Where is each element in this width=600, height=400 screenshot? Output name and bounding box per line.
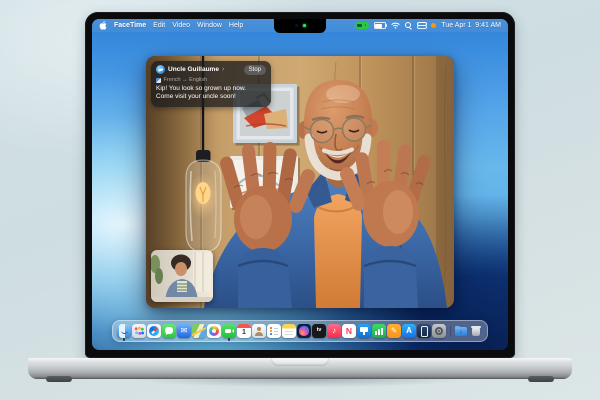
dock-mail[interactable]: ✉ (177, 324, 191, 338)
dock-siri[interactable] (297, 324, 311, 338)
battery-icon[interactable] (374, 22, 386, 29)
menu-bar-menus: FaceTime Edit Video Window Help (114, 22, 243, 29)
macbook-base (28, 358, 572, 379)
stop-captions-button[interactable]: Stop (244, 65, 266, 75)
dock-trash[interactable] (469, 324, 483, 338)
menu-help[interactable]: Help (229, 22, 243, 29)
mail-icon: ✉ (177, 324, 191, 338)
caption-speaker-name: Uncle Guillaume (168, 66, 219, 73)
facetime-window: Uncle Guillaume › Stop French → English … (146, 56, 454, 308)
appstore-icon: A (402, 324, 416, 338)
keynote-icon (357, 324, 371, 338)
control-center-icon[interactable] (417, 22, 426, 28)
chevron-right-icon: › (222, 66, 224, 73)
dock-photos[interactable] (207, 324, 221, 338)
translation-language-row: French → English (156, 77, 266, 83)
dock-messages[interactable] (162, 324, 176, 338)
menu-window[interactable]: Window (197, 22, 222, 29)
dock-tv[interactable]: tv (312, 324, 326, 338)
news-icon: N (342, 324, 356, 338)
dock-launchpad[interactable] (132, 324, 146, 338)
menu-video[interactable]: Video (172, 22, 190, 29)
settings-icon (432, 324, 446, 338)
dock-numbers[interactable] (372, 324, 386, 338)
camera-led-indicator (303, 24, 306, 27)
caption-line-1: Kip! You look so grown up now. (156, 85, 266, 93)
menu-edit[interactable]: Edit (153, 22, 165, 29)
dock-finder[interactable] (117, 324, 131, 338)
apple-logo-icon (99, 21, 107, 30)
camera-icon (295, 24, 298, 27)
mic-active-indicator (431, 23, 436, 28)
dock-pages[interactable]: ✎ (387, 324, 401, 338)
pages-icon: ✎ (387, 324, 401, 338)
trash-icon (469, 324, 483, 338)
self-view-pip[interactable] (151, 250, 213, 302)
dock-safari[interactable] (147, 324, 161, 338)
camera-active-indicator[interactable] (355, 22, 369, 29)
downloads-icon: ↓ (454, 324, 468, 338)
dock-facetime[interactable] (222, 324, 236, 338)
dock-divider (450, 326, 451, 337)
dock-calendar[interactable]: 1 (237, 324, 251, 338)
caption-header[interactable]: Uncle Guillaume › Stop (156, 65, 266, 75)
numbers-icon (372, 324, 386, 338)
dock-news[interactable]: N (342, 324, 356, 338)
dock-music[interactable]: ♪ (327, 324, 341, 338)
contacts-icon (252, 324, 266, 338)
photos-icon (207, 324, 221, 338)
self-video-feed (151, 250, 213, 302)
notes-icon (282, 324, 296, 338)
safari-icon (147, 324, 161, 338)
translate-icon (156, 78, 161, 83)
spotlight-icon[interactable] (405, 22, 413, 30)
dock-keynote[interactable] (357, 324, 371, 338)
apple-menu[interactable] (99, 21, 107, 30)
music-icon: ♪ (327, 324, 341, 338)
messages-icon (162, 324, 176, 338)
dock: ✉ 1 tv♪N ✎A ↓ (112, 320, 488, 342)
dock-maps[interactable] (192, 324, 206, 338)
calendar-icon: 1 (237, 324, 251, 338)
maps-icon (192, 324, 206, 338)
dock-appstore[interactable]: A (402, 324, 416, 338)
macbook-display: FaceTime Edit Video Window Help Tue Apr 1 9:… (92, 19, 508, 350)
running-indicator (123, 338, 125, 340)
running-indicator (228, 338, 230, 340)
reminders-icon (267, 324, 281, 338)
dock-contacts[interactable] (252, 324, 266, 338)
wifi-icon[interactable] (391, 22, 400, 29)
menu-facetime[interactable]: FaceTime (114, 22, 146, 29)
display-notch (274, 19, 326, 33)
live-caption-overlay: Uncle Guillaume › Stop French → English … (151, 61, 271, 107)
launchpad-icon (132, 324, 146, 338)
siri-icon (297, 324, 311, 338)
translation-direction: French → English (164, 77, 208, 83)
laptop-shadow (60, 379, 540, 391)
dock-iphone-mirroring[interactable] (417, 324, 431, 338)
facetime-icon (222, 324, 236, 338)
translation-orb-icon (156, 65, 165, 74)
menu-bar-clock[interactable]: Tue Apr 1 9:41 AM (441, 22, 501, 29)
caption-line-2: Come visit your uncle soon! (156, 93, 266, 101)
dock-reminders[interactable] (267, 324, 281, 338)
desk-background: FaceTime Edit Video Window Help Tue Apr 1 9:… (0, 0, 600, 400)
dock-settings[interactable] (432, 324, 446, 338)
dock-downloads[interactable]: ↓ (454, 324, 468, 338)
tv-icon: tv (312, 324, 326, 338)
iphone-mirroring-icon (417, 324, 431, 338)
finder-icon (117, 324, 131, 338)
dock-notes[interactable] (282, 324, 296, 338)
